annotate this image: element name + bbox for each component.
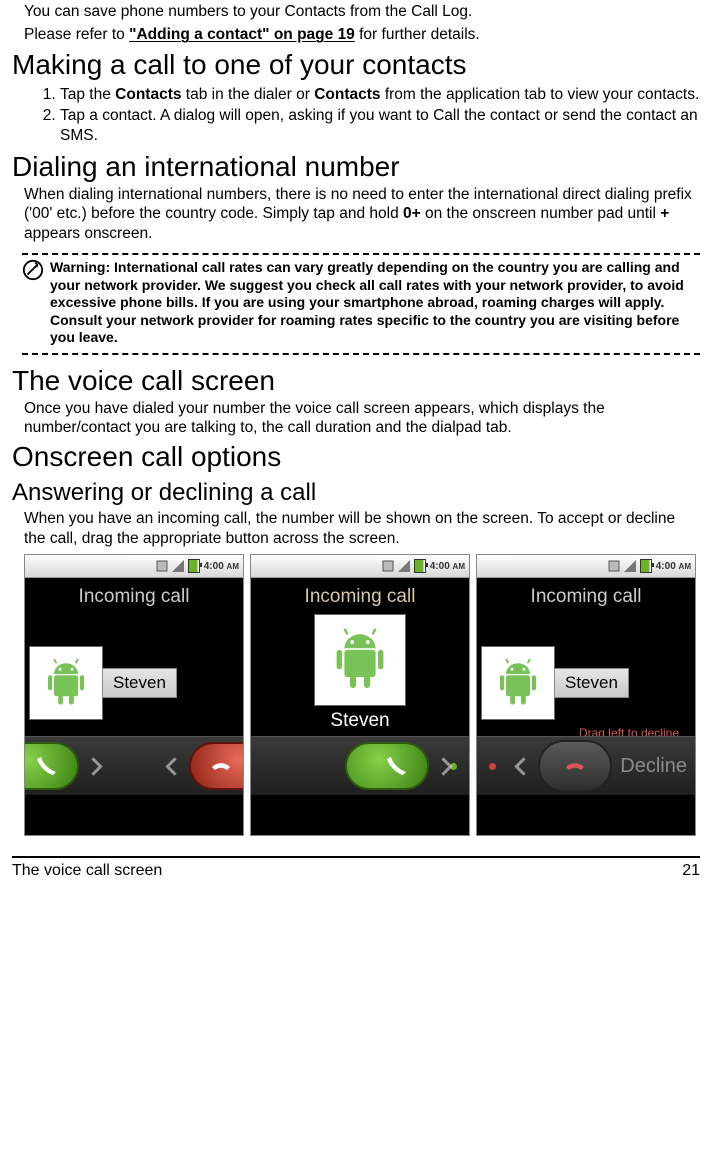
answering-p: When you have an incoming call, the numb… (12, 509, 700, 548)
signal-icon (624, 560, 636, 572)
target-dot (489, 763, 496, 770)
voice-p: Once you have dialed your number the voi… (12, 399, 700, 438)
step-1: Tap the Contacts tab in the dialer or Co… (60, 85, 700, 104)
battery-icon (640, 559, 652, 573)
intl-p: When dialing international numbers, ther… (12, 185, 700, 243)
screenshot-drag-answer: 4:00 AM Incoming call Steven Drag right … (250, 554, 470, 836)
chevron-left-icon (515, 757, 533, 775)
incoming-call-label: Incoming call (477, 578, 695, 614)
caller-avatar (314, 614, 406, 706)
hangup-icon (209, 754, 233, 778)
chevron-left-icon (165, 757, 183, 775)
heading-making-call: Making a call to one of your contacts (12, 49, 700, 81)
phone-icon (35, 754, 59, 778)
sd-icon (156, 560, 168, 572)
incoming-call-label: Incoming call (25, 578, 243, 614)
incoming-call-label: Incoming call (251, 578, 469, 614)
battery-icon (188, 559, 200, 573)
answer-button[interactable] (345, 742, 429, 790)
heading-intl: Dialing an international number (12, 151, 700, 183)
android-icon (36, 653, 96, 713)
caller-name: Steven (554, 668, 629, 698)
warning-text: Warning: International call rates can va… (50, 259, 700, 347)
footer-section-title: The voice call screen (12, 862, 162, 880)
status-bar: 4:00 AM (251, 555, 469, 578)
intro-p1: You can save phone numbers to your Conta… (12, 2, 700, 21)
step1-t3: from the application tab to view your co… (381, 86, 700, 103)
intl-b2: + (660, 205, 669, 222)
step1-t2: tab in the dialer or (181, 86, 314, 103)
intl-b1: 0+ (403, 205, 421, 222)
page-footer: The voice call screen 21 (12, 856, 700, 890)
caller-name: Steven (251, 710, 469, 732)
chevron-right-icon (84, 757, 102, 775)
answer-decline-bar (25, 736, 243, 795)
step-2: Tap a contact. A dialog will open, askin… (60, 106, 700, 145)
chevron-right-icon (434, 757, 452, 775)
signal-icon (398, 560, 410, 572)
status-bar: 4:00 AM (25, 555, 243, 578)
heading-onscreen-options: Onscreen call options (12, 441, 700, 473)
caller-name: Steven (102, 668, 177, 698)
android-icon (321, 621, 399, 699)
status-time: 4:00 AM (204, 561, 239, 572)
hangup-icon (563, 754, 587, 778)
heading-voice-screen: The voice call screen (12, 365, 700, 397)
intl-t3: appears onscreen. (24, 225, 152, 242)
step1-b1: Contacts (115, 86, 181, 103)
steps-list: Tap the Contacts tab in the dialer or Co… (12, 85, 700, 145)
screenshot-drag-decline: 4:00 AM Incoming call Steven (476, 554, 696, 836)
screenshot-incoming-default: 4:00 AM Incoming call Steven (24, 554, 244, 836)
status-time: 4:00 AM (430, 561, 465, 572)
sd-icon (382, 560, 394, 572)
intro-p2-before: Please refer to (24, 26, 129, 43)
intro-p2-after: for further details. (355, 26, 480, 43)
sd-icon (608, 560, 620, 572)
intl-t2: on the onscreen number pad until (421, 205, 661, 222)
answer-button[interactable] (24, 742, 79, 790)
decline-label: Decline (620, 755, 687, 778)
signal-icon (172, 560, 184, 572)
decline-button[interactable] (538, 740, 612, 792)
warning-icon (22, 259, 44, 281)
page-number: 21 (682, 862, 700, 880)
heading-answering: Answering or declining a call (12, 479, 700, 507)
step1-b2: Contacts (314, 86, 380, 103)
decline-slider[interactable]: Decline (477, 736, 695, 795)
phone-icon (385, 754, 409, 778)
answer-slider[interactable] (251, 736, 469, 795)
intro-p2: Please refer to "Adding a contact" on pa… (12, 25, 700, 44)
step1-t1: Tap the (60, 86, 115, 103)
cross-ref-link[interactable]: "Adding a contact" on page 19 (129, 26, 355, 43)
status-time: 4:00 AM (656, 561, 691, 572)
android-icon (488, 653, 548, 713)
status-bar: 4:00 AM (477, 555, 695, 578)
battery-icon (414, 559, 426, 573)
screenshots-row: 4:00 AM Incoming call Steven (12, 554, 700, 836)
warning-block: Warning: International call rates can va… (22, 253, 700, 355)
caller-avatar (29, 646, 103, 720)
caller-avatar (481, 646, 555, 720)
decline-button[interactable] (189, 742, 244, 790)
